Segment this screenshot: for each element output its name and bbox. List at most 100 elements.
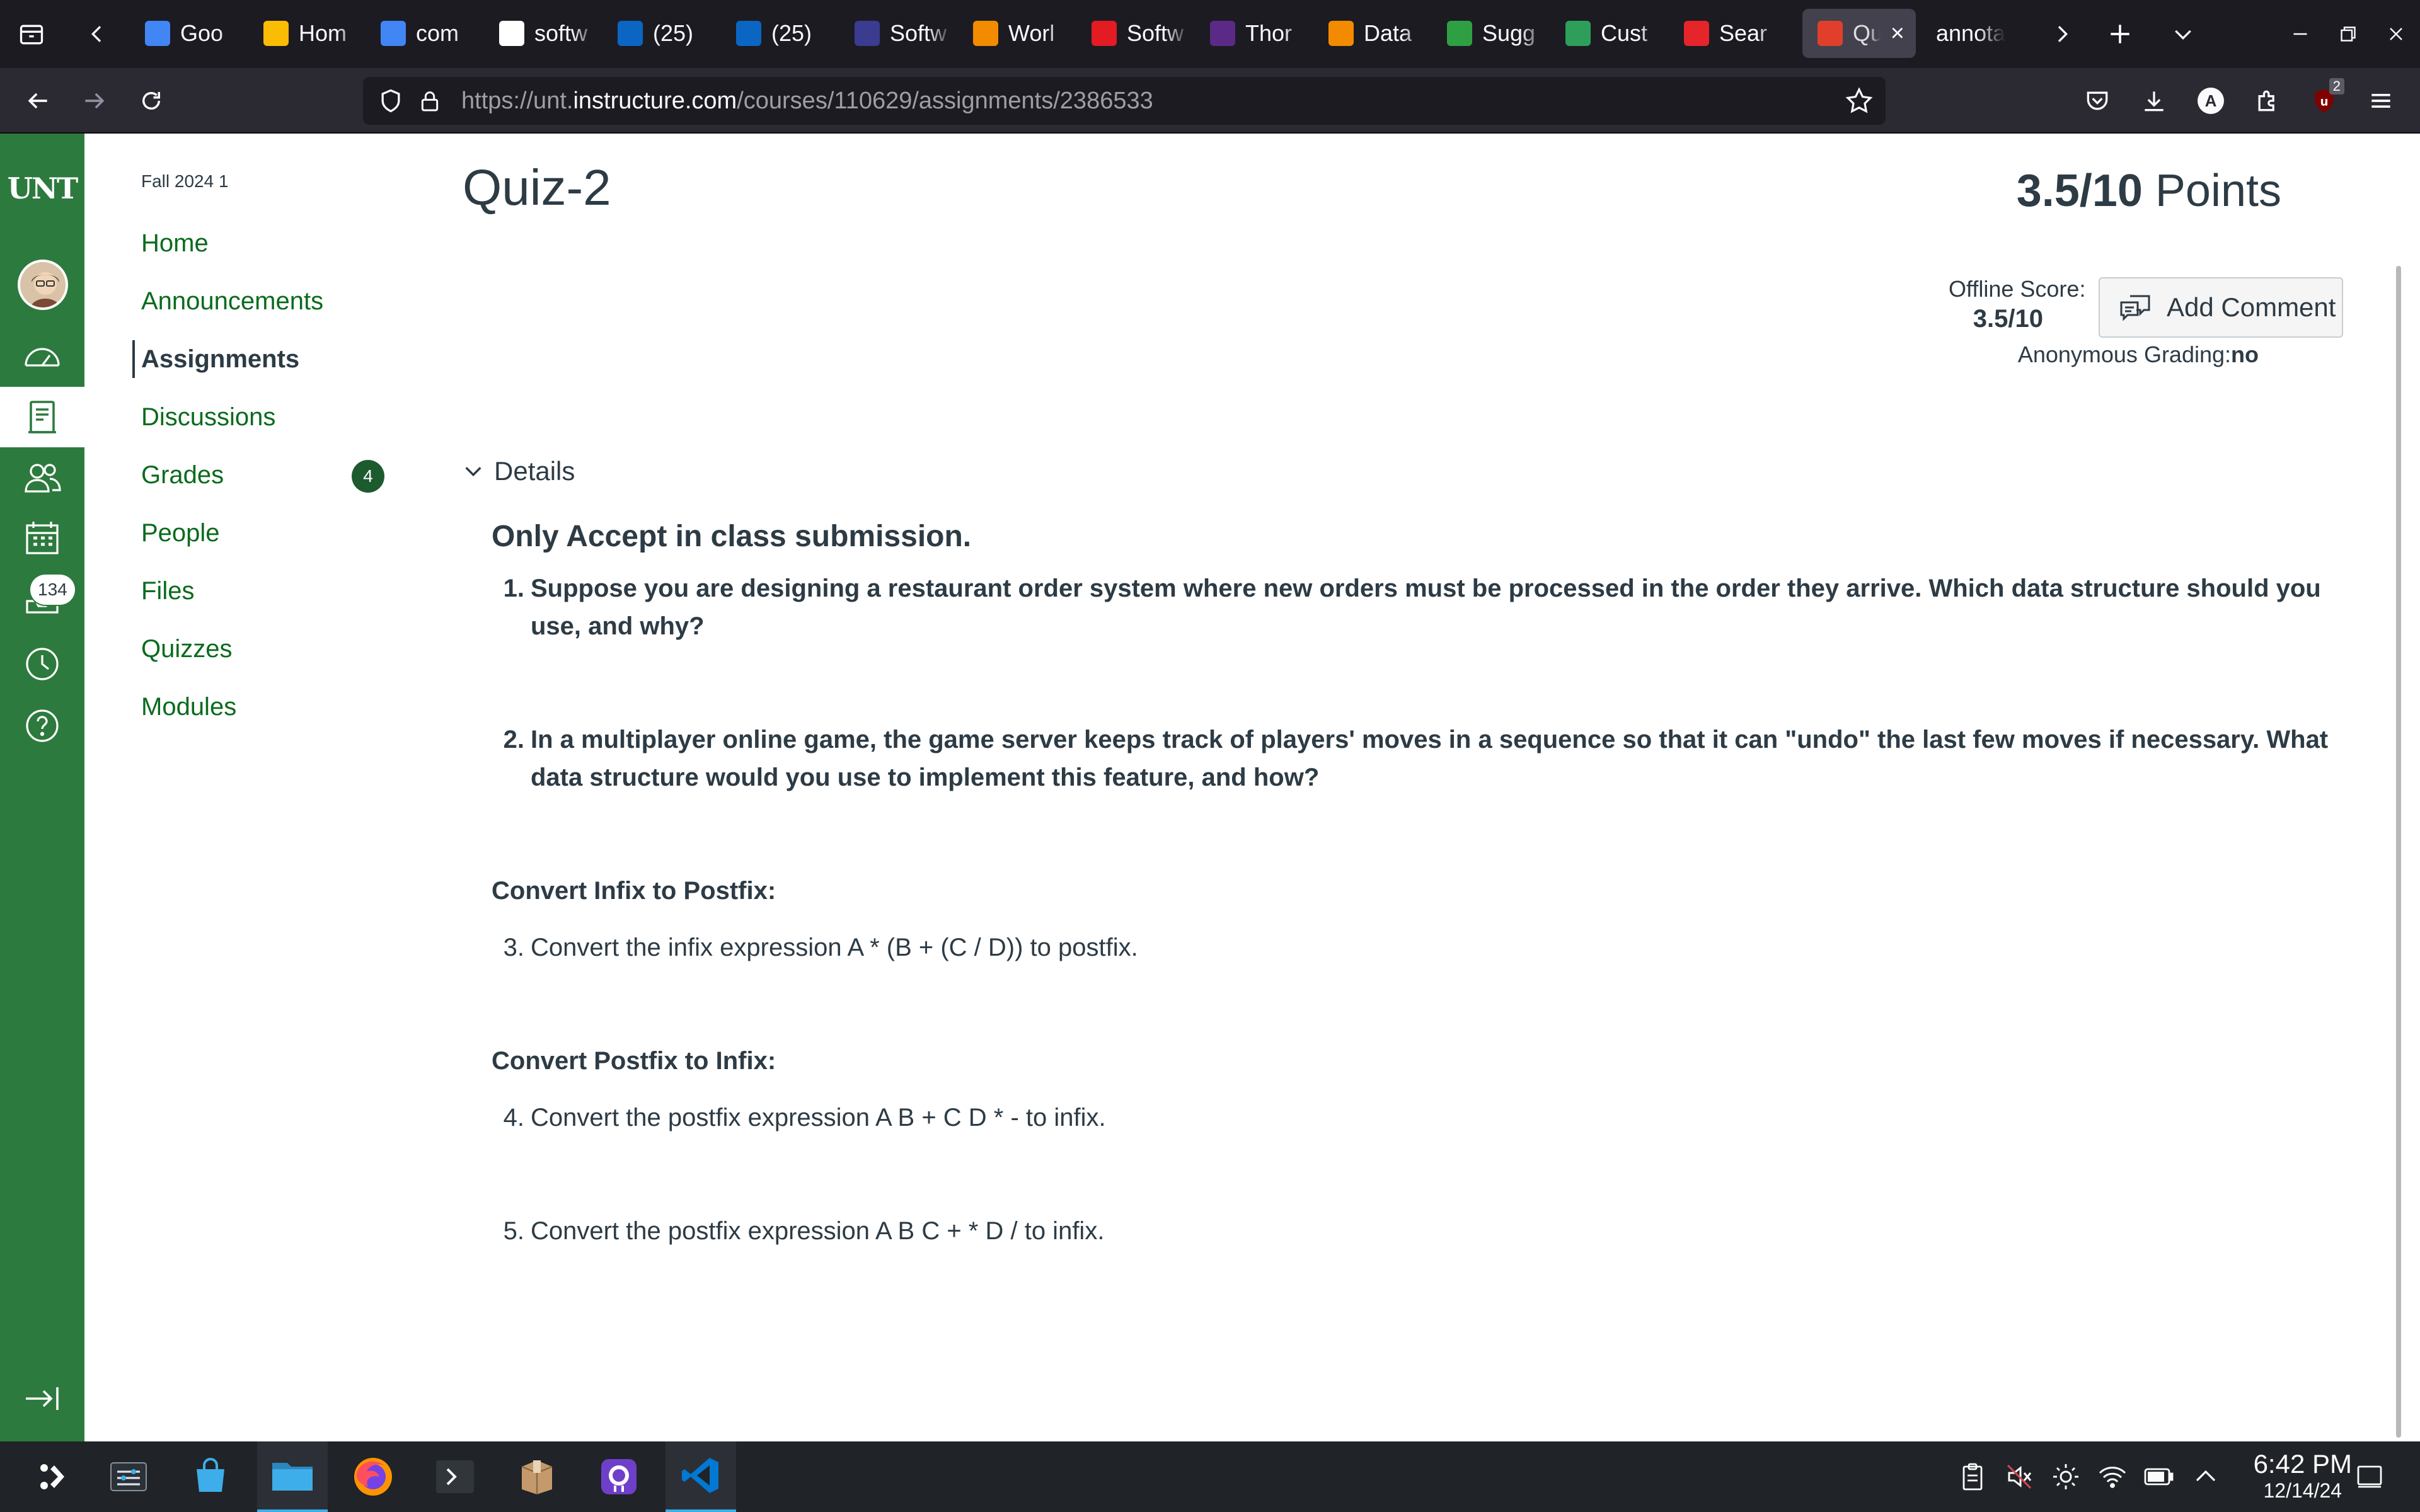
history-clock-icon[interactable] — [0, 634, 84, 694]
tab-title: Sugg — [1482, 20, 1536, 46]
show-desktop-icon[interactable] — [2351, 1458, 2388, 1496]
unt-logo[interactable]: UNT — [0, 171, 84, 205]
minimize-window-icon[interactable] — [2278, 11, 2323, 57]
reload-icon[interactable] — [129, 78, 174, 123]
calendar-icon[interactable] — [0, 508, 84, 568]
google-docs-icon — [381, 21, 406, 46]
browser-tab[interactable]: Qu × — [1802, 9, 1916, 58]
forward-icon[interactable] — [72, 78, 117, 123]
back-icon[interactable] — [15, 78, 60, 123]
taskbar-clock[interactable]: 6:42 PM 12/14/24 — [2254, 1449, 2352, 1502]
close-window-icon[interactable] — [2373, 11, 2419, 57]
ublock-origin-icon[interactable]: u 2 — [2302, 78, 2347, 123]
linkedin-icon — [736, 21, 761, 46]
lock-icon[interactable] — [417, 87, 442, 118]
tab-list-icon[interactable] — [9, 11, 54, 57]
details-toggle[interactable]: Details — [463, 456, 575, 486]
canvas-icon — [1818, 21, 1843, 46]
list-all-tabs-icon[interactable] — [2160, 11, 2206, 57]
bookmark-star-icon[interactable] — [1844, 86, 1874, 119]
add-comment-button[interactable]: Add Comment — [2099, 277, 2343, 338]
tab-title: Data — [1364, 20, 1412, 46]
star-icon — [1565, 21, 1591, 46]
course-nav-modules[interactable]: Modules — [132, 688, 236, 726]
question-1: 1. Suppose you are designing a restaurant… — [492, 570, 2370, 645]
scroll-tabs-right-icon[interactable] — [2039, 11, 2085, 57]
browser-tab[interactable]: Softw — [839, 9, 953, 58]
battery-icon[interactable] — [2140, 1458, 2178, 1496]
terminal-icon[interactable] — [420, 1441, 490, 1512]
search-engine-icon — [1684, 21, 1709, 46]
firefox-icon[interactable] — [338, 1441, 408, 1512]
browser-tab[interactable]: Data — [1313, 9, 1427, 58]
groups-icon[interactable] — [0, 447, 84, 508]
vscode-icon[interactable] — [666, 1441, 736, 1512]
course-nav-assignments[interactable]: Assignments — [132, 340, 299, 378]
browser-tab[interactable]: Softw — [1076, 9, 1190, 58]
course-nav-people[interactable]: People — [132, 514, 220, 552]
browser-tab[interactable]: Hom — [248, 9, 362, 58]
question-3: 3. Convert the infix expression A * (B + … — [492, 929, 2370, 966]
course-nav-announcements[interactable]: Announcements — [132, 282, 323, 320]
restore-window-icon[interactable] — [2325, 11, 2371, 57]
course-nav-home[interactable]: Home — [132, 224, 209, 262]
scrollbar[interactable] — [2396, 266, 2401, 1438]
linkedin-icon — [618, 21, 643, 46]
extensions-puzzle-icon[interactable] — [2245, 78, 2290, 123]
browser-tab[interactable]: (25) — [602, 9, 716, 58]
tab-title: softw — [534, 20, 588, 46]
browser-tab[interactable]: Sugg — [1432, 9, 1545, 58]
anonymous-grading-label: Anonymous Grading: — [2017, 341, 2232, 367]
browser-tab[interactable]: Cust — [1550, 9, 1664, 58]
browser-tab-strip: Goo Hom com softw (25) (25) Softw Worl Softw Thor… — [0, 0, 2420, 68]
browser-tab[interactable]: Sear — [1669, 9, 1782, 58]
archive-manager-icon[interactable] — [502, 1441, 572, 1512]
user-avatar[interactable] — [18, 260, 68, 310]
url-bar[interactable]: https://unt.instructure.com/courses/1106… — [363, 77, 1886, 125]
downloads-icon[interactable] — [2131, 78, 2177, 123]
course-nav-files[interactable]: Files — [132, 572, 194, 610]
course-nav-quizzes[interactable]: Quizzes — [132, 630, 233, 668]
course-nav-grades[interactable]: Grades — [132, 456, 224, 494]
question-number: 4. — [503, 1104, 524, 1131]
question-text: Convert the infix expression A * (B + (C… — [531, 934, 1138, 961]
url-text[interactable]: https://unt.instructure.com/courses/1106… — [461, 77, 1153, 125]
app-launcher-icon[interactable] — [18, 1441, 88, 1512]
volume-muted-icon[interactable] — [2000, 1458, 2038, 1496]
dashboard-icon[interactable] — [0, 325, 84, 386]
system-settings-icon[interactable] — [93, 1441, 164, 1512]
brightness-icon[interactable] — [2047, 1458, 2085, 1496]
browser-tab[interactable]: Goo — [130, 9, 243, 58]
file-manager-icon[interactable] — [257, 1441, 328, 1512]
scroll-tabs-left-icon[interactable] — [74, 11, 120, 57]
offline-score-label: Offline Score: — [1949, 276, 2086, 302]
clipboard-icon[interactable] — [1954, 1458, 1991, 1496]
browser-tab[interactable]: Thor — [1195, 9, 1308, 58]
grades-count-badge: 4 — [352, 460, 384, 493]
browser-tab[interactable]: (25) — [721, 9, 834, 58]
question-number: 5. — [503, 1217, 524, 1245]
courses-icon[interactable] — [0, 387, 84, 447]
pocket-icon[interactable] — [2075, 78, 2120, 123]
browser-tab[interactable]: Worl — [958, 9, 1071, 58]
show-hidden-tray-icon[interactable] — [2187, 1458, 2225, 1496]
close-tab-icon[interactable]: × — [1891, 20, 1904, 47]
new-tab-button[interactable] — [2097, 11, 2143, 57]
help-icon[interactable] — [0, 696, 84, 756]
browser-tab[interactable]: annotat — [1921, 9, 2034, 58]
question-number: 1. — [503, 575, 524, 602]
account-avatar-icon[interactable]: A — [2188, 78, 2233, 123]
browser-tab[interactable]: com — [366, 9, 479, 58]
browser-tab[interactable]: softw — [484, 9, 597, 58]
anonymous-grading: Anonymous Grading:no — [2018, 341, 2259, 368]
expand-nav-icon[interactable] — [0, 1368, 84, 1429]
tab-title: Hom — [299, 20, 347, 46]
browser-navigation-toolbar: https://unt.instructure.com/courses/1106… — [0, 68, 2420, 134]
google-drive-icon — [263, 21, 289, 46]
discover-store-icon[interactable] — [175, 1441, 246, 1512]
app-menu-hamburger-icon[interactable] — [2358, 78, 2404, 123]
wifi-icon[interactable] — [2094, 1458, 2131, 1496]
github-desktop-icon[interactable] — [584, 1441, 654, 1512]
tracking-protection-shield-icon[interactable] — [377, 87, 405, 118]
course-nav-discussions[interactable]: Discussions — [132, 398, 275, 436]
